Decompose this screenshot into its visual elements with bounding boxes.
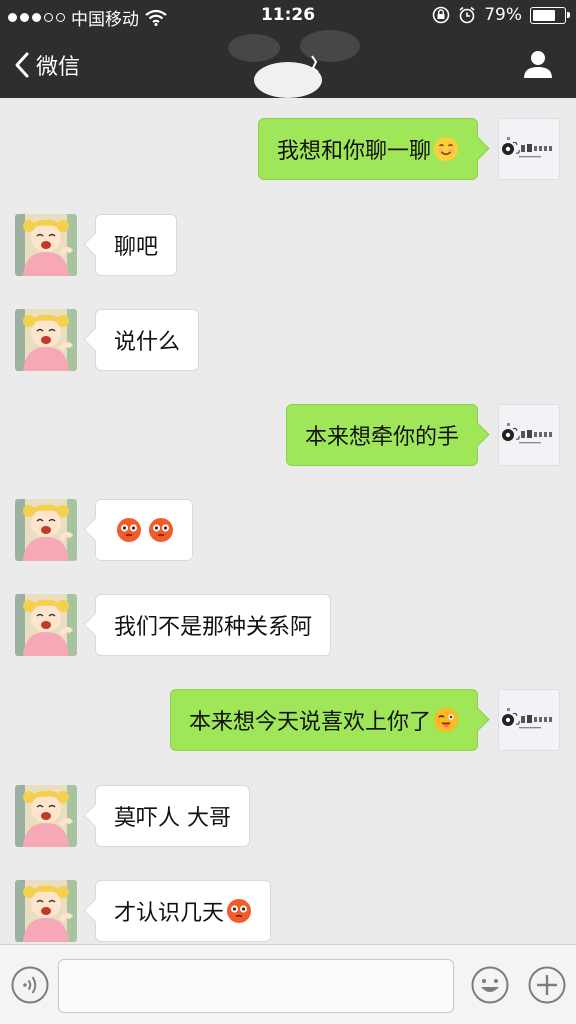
- contact-avatar[interactable]: [15, 309, 77, 371]
- plus-icon[interactable]: [527, 965, 567, 1005]
- anime-girl-avatar-icon: [15, 880, 77, 942]
- message-bubble-sent[interactable]: 我想和你聊一聊: [257, 118, 478, 180]
- message-bubble-received[interactable]: 莫吓人 大哥: [95, 785, 250, 847]
- message-list[interactable]: 我想和你聊一聊 聊吧 说什么 本来想牵你的手 我们不是那种关系阿 本来想今天说喜…: [0, 98, 576, 944]
- message-input[interactable]: [58, 959, 454, 1013]
- message-text: 我们不是那种关系阿: [114, 615, 313, 640]
- voice-icon[interactable]: [10, 965, 50, 1005]
- battery-icon: [530, 6, 570, 24]
- message-text: 本来想牵你的手: [304, 425, 459, 450]
- message-bubble-received[interactable]: 说什么: [95, 309, 200, 371]
- message-bubble-received[interactable]: 才认识几天: [95, 880, 272, 942]
- back-button[interactable]: 微信: [14, 46, 80, 84]
- orientation-lock-icon: [432, 6, 450, 24]
- my-avatar[interactable]: [498, 404, 560, 466]
- message-bubble-received[interactable]: 聊吧: [95, 214, 178, 276]
- redacted-title-blur: [228, 30, 360, 98]
- message-bubble-sent[interactable]: 本来想今天说喜欢上你了: [169, 689, 478, 751]
- message-text: 才认识几天: [114, 901, 225, 926]
- message-bubble-sent[interactable]: 本来想牵你的手: [285, 404, 478, 466]
- message-bubble-received[interactable]: [95, 499, 193, 561]
- anime-girl-avatar-icon: [15, 594, 77, 656]
- message-text: 莫吓人 大哥: [114, 806, 231, 831]
- contact-avatar[interactable]: [15, 594, 77, 656]
- anime-girl-avatar-icon: [15, 309, 77, 371]
- smile-emoji-icon: [434, 137, 458, 161]
- anime-girl-avatar-icon: [15, 499, 77, 561]
- top-bar: 中国移动 11:26 79% 微信: [0, 0, 576, 98]
- chevron-left-icon: [15, 52, 29, 78]
- battery-percent: 79%: [484, 5, 522, 25]
- anime-girl-avatar-icon: [15, 785, 77, 847]
- contact-avatar[interactable]: [15, 499, 77, 561]
- status-right: 79%: [432, 5, 570, 25]
- studio-logo-icon: [502, 708, 552, 729]
- message-text: 我想和你聊一聊: [276, 139, 431, 164]
- input-bar: [0, 944, 576, 1024]
- alarm-icon: [459, 6, 475, 24]
- flushed-emoji-icon: [117, 518, 141, 542]
- my-avatar[interactable]: [498, 689, 560, 751]
- profile-icon[interactable]: [522, 48, 554, 80]
- wink-emoji-icon: [434, 708, 458, 732]
- my-avatar[interactable]: [498, 118, 560, 180]
- emoji-icon[interactable]: [470, 965, 510, 1005]
- contact-avatar[interactable]: [15, 214, 77, 276]
- anime-girl-avatar-icon: [15, 214, 77, 276]
- flushed-emoji-icon: [149, 518, 173, 542]
- message-bubble-received[interactable]: 我们不是那种关系阿: [95, 594, 332, 656]
- back-label: 微信: [36, 55, 81, 80]
- contact-avatar[interactable]: [15, 785, 77, 847]
- studio-logo-icon: [502, 137, 552, 158]
- studio-logo-icon: [502, 423, 552, 444]
- flushed-emoji-icon: [227, 899, 252, 923]
- message-text: 聊吧: [114, 235, 159, 260]
- message-text: 说什么: [114, 330, 181, 355]
- contact-avatar[interactable]: [15, 880, 77, 942]
- message-text: 本来想今天说喜欢上你了: [188, 710, 431, 735]
